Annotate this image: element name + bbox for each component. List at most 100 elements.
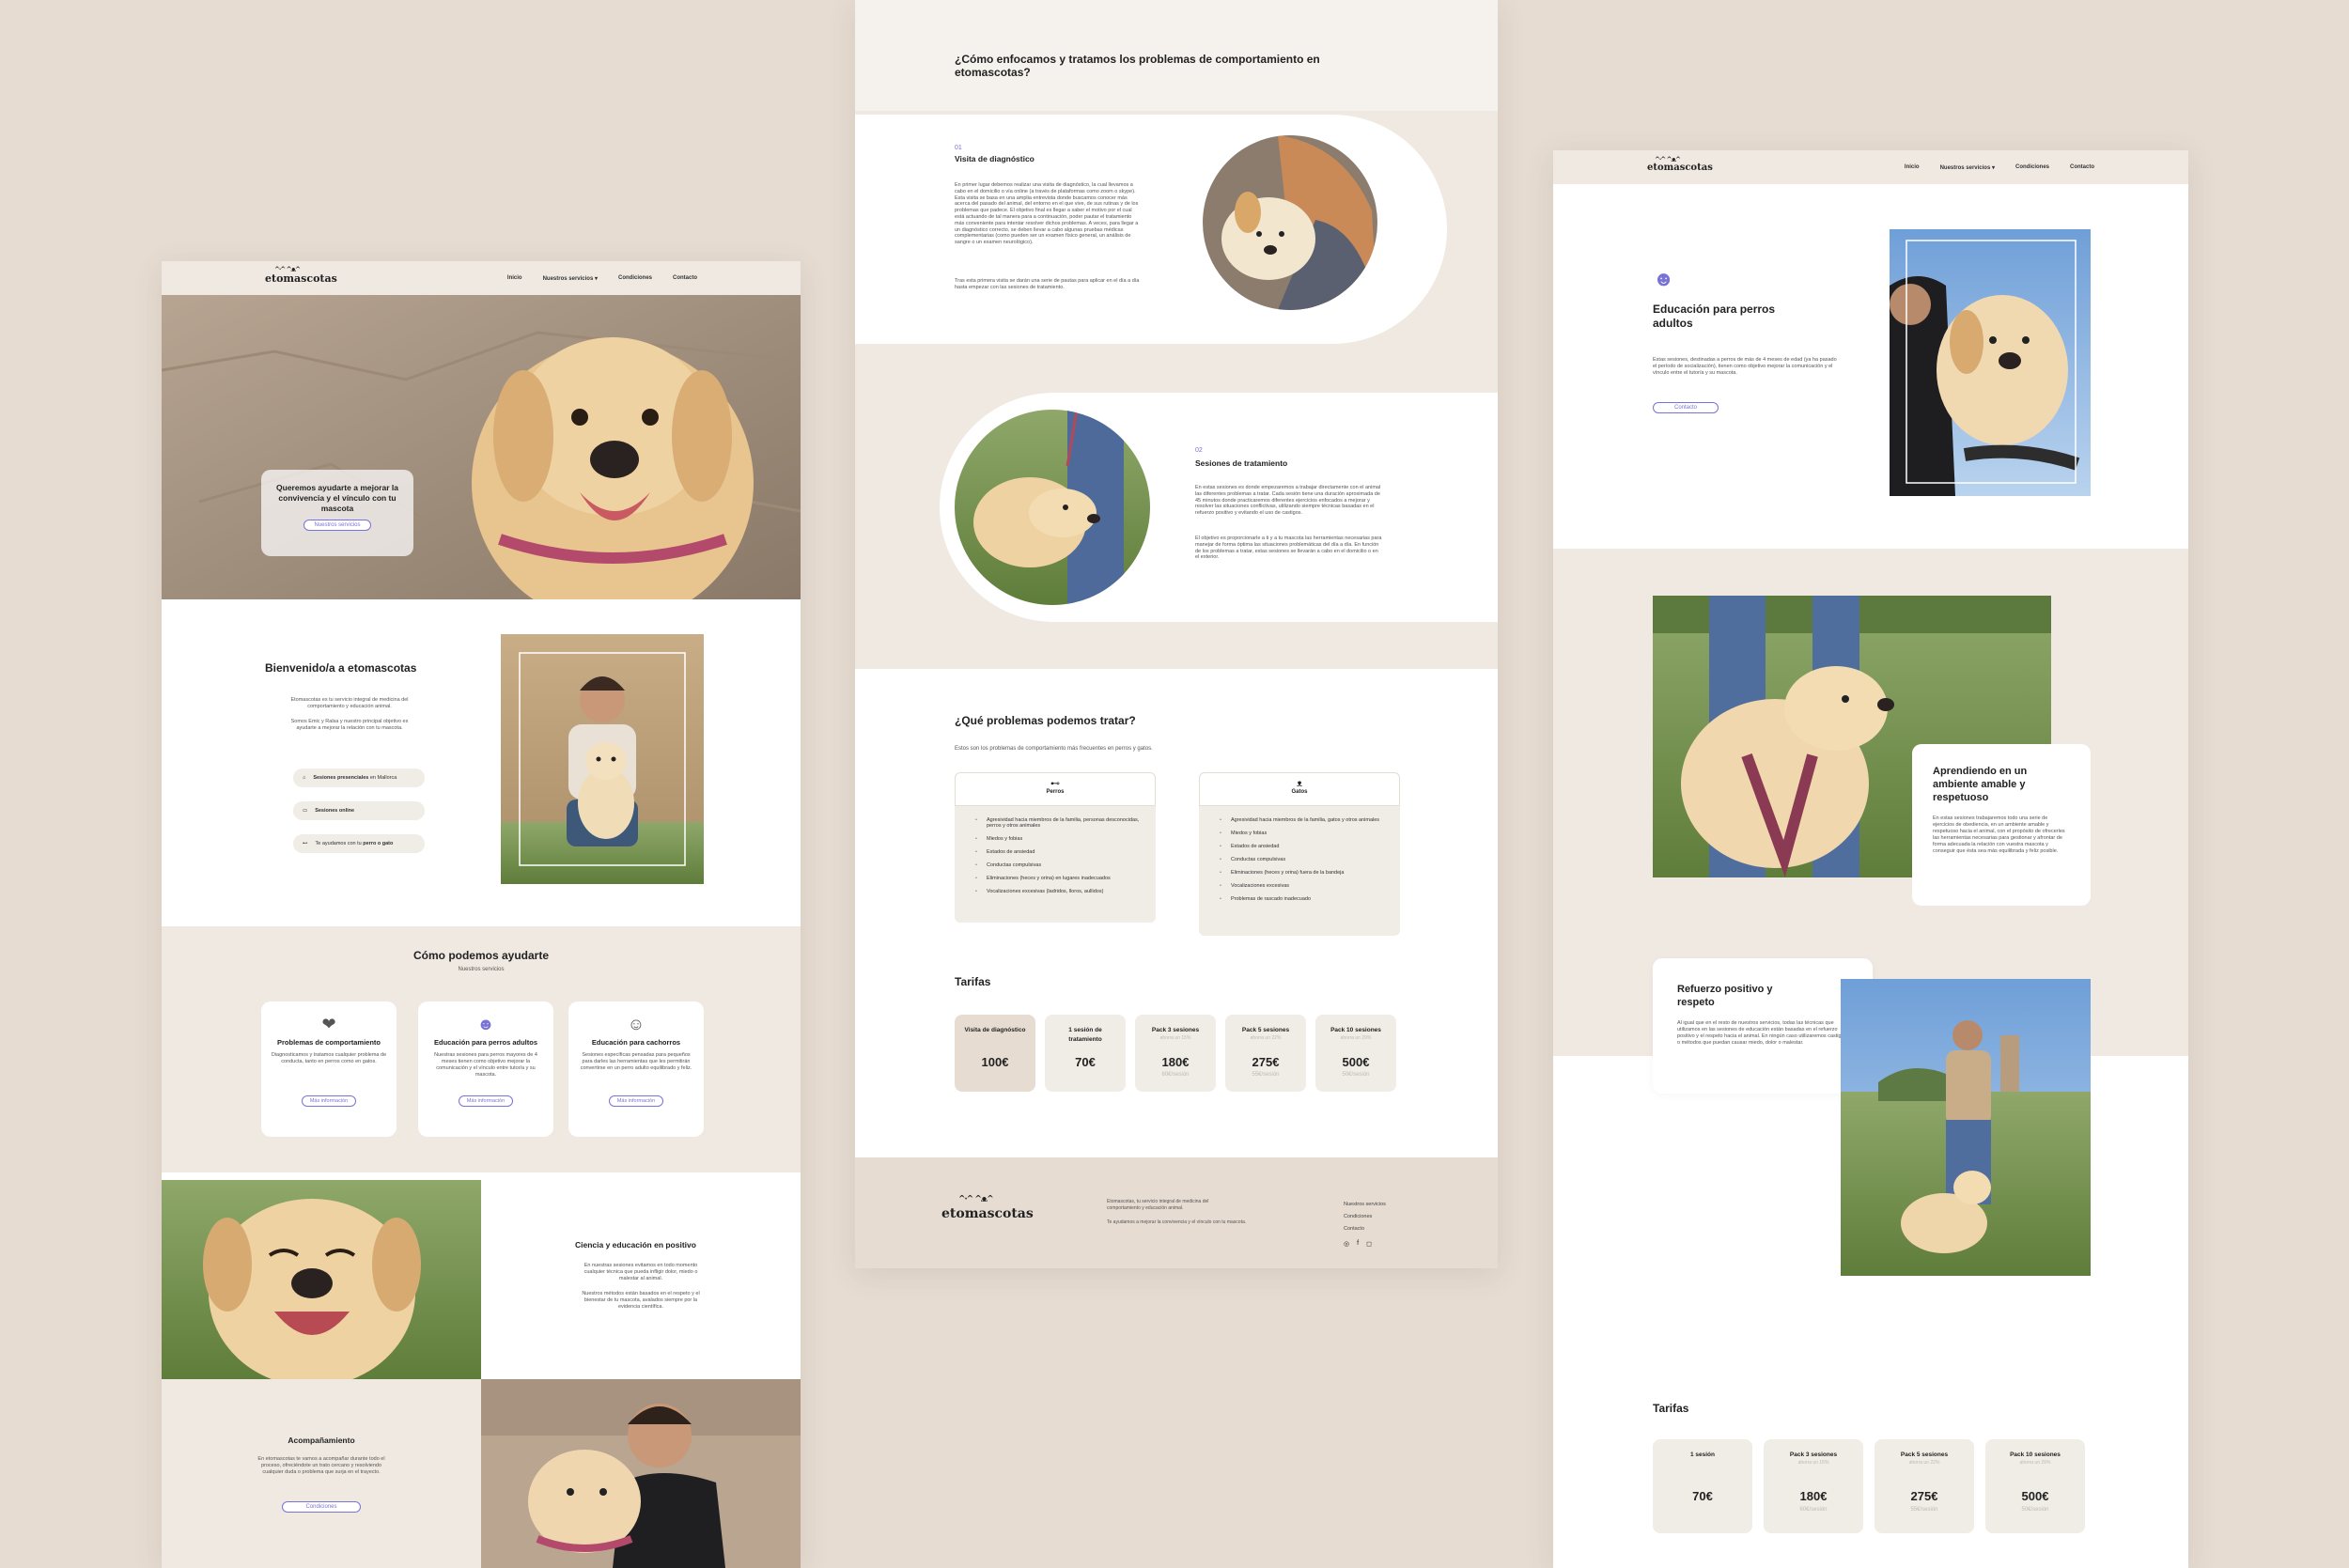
pill-online: ▭ Sesiones online xyxy=(293,801,425,820)
accomp-title: Acompañamiento xyxy=(288,1436,355,1445)
service-card-adult[interactable]: ☻ Educación para perros adultos Nuestras… xyxy=(418,1001,553,1137)
logo-mark-icon: ^·^ ^ᴥ^ xyxy=(958,1195,994,1204)
service-more-button[interactable]: Más información xyxy=(458,1095,514,1107)
footer-logo[interactable]: ^·^ ^ᴥ^ etomascotas xyxy=(941,1195,1034,1221)
monitor-icon: ▭ xyxy=(303,808,308,814)
trainer-walking-dog-photo xyxy=(1841,979,2091,1276)
list-item: Miedos y fobias xyxy=(975,836,1143,842)
science-p1: En nuestras sesiones evitamos en todo mo… xyxy=(583,1263,698,1281)
nav-services[interactable]: Nuestros servicios ▾ xyxy=(543,275,598,282)
service-desc: Nuestras sesiones para perros mayores de… xyxy=(434,1052,537,1078)
pill-dog-or-cat: ⊷ Te ayudamos con tu perro o gato xyxy=(293,834,425,853)
hero-dog-photo xyxy=(162,295,801,599)
tariff-card: Pack 3 sesiones ahorra un 15% 180€ 60€/s… xyxy=(1764,1439,1863,1533)
footer-links: Nuestros servicios Condiciones Contacto xyxy=(1344,1199,1386,1235)
service-card-puppy[interactable]: ☺ Educación para cachorros Sesiones espe… xyxy=(568,1001,704,1137)
hero-text: Queremos ayudarte a mejorar la convivenc… xyxy=(276,483,398,513)
dog-graduate-icon: ☻ xyxy=(1653,267,1675,290)
cats-problems-list: Agresividad hacia miembros de la familia… xyxy=(1199,806,1400,902)
help-title: Cómo podemos ayudarte xyxy=(412,949,550,962)
learning-card: Aprendiendo en un ambiente amable y resp… xyxy=(1912,744,2091,906)
dogs-problems-box: ⊷ Perros Agresividad hacia miembros de l… xyxy=(955,772,1156,923)
list-item: Vocalizaciones excesivas xyxy=(1220,883,1387,889)
instagram-icon[interactable]: ◻ xyxy=(1366,1240,1372,1248)
adult-tariffs-title: Tarifas xyxy=(1653,1402,1689,1415)
home-page-panel: ^·^ ^ᴥ^ etomascotas Inicio Nuestros serv… xyxy=(162,261,801,1568)
whatsapp-icon[interactable]: ◎ xyxy=(1344,1240,1349,1248)
trainer-with-dog-photo xyxy=(501,634,704,884)
step2-number: 02 xyxy=(1195,447,1203,454)
logo[interactable]: ^·^ ^ᴥ^ etomascotas xyxy=(265,265,337,285)
facebook-icon[interactable]: f xyxy=(1357,1240,1359,1248)
step1-number: 01 xyxy=(955,145,962,151)
welcome-p1: Etomascotas es tu servicio integral de m… xyxy=(290,697,409,709)
footer-p2: Te ayudamos a mejorar la convivencia y e… xyxy=(1107,1219,1247,1225)
step1-p2: Tras esta primera visita se darán una se… xyxy=(955,278,1140,290)
list-item: Estados de ansiedad xyxy=(975,849,1143,855)
pill-in-person: ⌂ Sesiones presenciales en Mallorca xyxy=(293,768,425,787)
cats-header: ᴥ Gatos xyxy=(1199,772,1400,806)
adult-title: Educación para perros adultos xyxy=(1653,303,1776,330)
nav-menu: Inicio Nuestros servicios ▾ Condiciones … xyxy=(507,275,697,282)
smiling-dog-photo xyxy=(162,1180,481,1379)
problems-title: ¿Qué problemas podemos tratar? xyxy=(955,714,1136,727)
logo-mark-icon: ^·^ ^ᴥ^ xyxy=(274,264,301,273)
nav-conditions[interactable]: Condiciones xyxy=(618,275,652,282)
list-item: Eliminaciones (heces y orina) fuera de l… xyxy=(1220,870,1387,876)
trainer-kiss-dog-photo xyxy=(481,1379,801,1568)
adult-desc: Estas sesiones, destinadas a perros de m… xyxy=(1653,357,1837,376)
footer-social: ◎ f ◻ xyxy=(1344,1240,1372,1248)
hero-services-button[interactable]: Nuestros servicios xyxy=(303,520,371,531)
dogs-header: ⊷ Perros xyxy=(955,772,1156,806)
list-item: Estados de ansiedad xyxy=(1220,844,1387,849)
footer-link-contact[interactable]: Contacto xyxy=(1344,1223,1386,1235)
problems-subtitle: Estos son los problemas de comportamient… xyxy=(955,746,1153,752)
dog-icon: ⊷ xyxy=(1050,779,1060,789)
adult-education-panel: ^·^ ^ᴥ^ etomascotas Inicio Nuestros serv… xyxy=(1553,150,2188,1568)
service-title: Educación para cachorros xyxy=(591,1038,681,1047)
service-title: Educación para perros adultos xyxy=(433,1038,538,1047)
accomp-conditions-button[interactable]: Condiciones xyxy=(282,1501,361,1513)
list-item: Problemas de rascado inadecuado xyxy=(1220,896,1387,902)
map-icon: ⌂ xyxy=(303,775,306,781)
trainer-with-labrador-photo xyxy=(1890,229,2091,496)
paw-icon: ⊷ xyxy=(303,841,308,846)
hero-card: Queremos ayudarte a mejorar la convivenc… xyxy=(261,470,413,556)
nav-contact[interactable]: Contacto xyxy=(673,275,697,282)
cats-problems-box: ᴥ Gatos Agresividad hacia miembros de la… xyxy=(1199,772,1400,936)
tariff-card: Visita de diagnóstico 100€ xyxy=(955,1015,1035,1092)
positive-title: Refuerzo positivo y respeto xyxy=(1677,984,1773,1008)
learning-p: En estas sesiones trabajaremos todo una … xyxy=(1933,815,2065,854)
step1-title: Visita de diagnóstico xyxy=(955,154,1034,163)
behavior-tariffs-title: Tarifas xyxy=(955,975,991,988)
help-subtitle: Nuestros servicios xyxy=(458,967,505,972)
learning-title: Aprendiendo en un ambiente amable y resp… xyxy=(1933,766,2028,803)
nav-home[interactable]: Inicio xyxy=(507,275,522,282)
step2-title: Sesiones de tratamiento xyxy=(1195,458,1288,468)
service-more-button[interactable]: Más información xyxy=(608,1095,664,1107)
nav-services[interactable]: Nuestros servicios ▾ xyxy=(1940,164,1995,171)
dogs-problems-list: Agresividad hacia miembros de la familia… xyxy=(955,806,1156,894)
logo[interactable]: ^·^ ^ᴥ^ etomascotas xyxy=(1647,155,1713,173)
service-card-behavior[interactable]: ❤︎ Problemas de comportamiento Diagnosti… xyxy=(261,1001,397,1137)
nav-conditions[interactable]: Condiciones xyxy=(2015,164,2049,171)
list-item: Conductas compulsivas xyxy=(975,862,1143,868)
nav-home[interactable]: Inicio xyxy=(1905,164,1920,171)
positive-p: Al igual que en el resto de nuestros ser… xyxy=(1677,1020,1847,1046)
list-item: Agresividad hacia miembros de la familia… xyxy=(975,817,1143,829)
cat-icon: ᴥ xyxy=(1296,779,1303,789)
footer-link-services[interactable]: Nuestros servicios xyxy=(1344,1199,1386,1211)
chevron-down-icon: ▾ xyxy=(594,275,598,282)
step1-p1: En primer lugar debemos realizar una vis… xyxy=(955,182,1139,246)
adult-contact-button[interactable]: Contacto xyxy=(1653,402,1719,413)
footer-link-conditions[interactable]: Condiciones xyxy=(1344,1211,1386,1223)
list-item: Eliminaciones (heces y orina) en lugares… xyxy=(975,876,1143,881)
logo-mark-icon: ^·^ ^ᴥ^ xyxy=(1655,154,1681,163)
navbar: ^·^ ^ᴥ^ etomascotas Inicio Nuestros serv… xyxy=(1553,150,2188,184)
nav-contact[interactable]: Contacto xyxy=(2070,164,2094,171)
service-desc: Diagnosticamos y tratamos cualquier prob… xyxy=(271,1052,387,1064)
welcome-p2: Somos Emic y Ralsa y nuestro principal o… xyxy=(290,719,409,731)
list-item: Vocalizaciones excesivas (ladridos, llor… xyxy=(975,889,1143,894)
dog-with-leash-photo xyxy=(955,410,1150,605)
service-more-button[interactable]: Más información xyxy=(301,1095,357,1107)
